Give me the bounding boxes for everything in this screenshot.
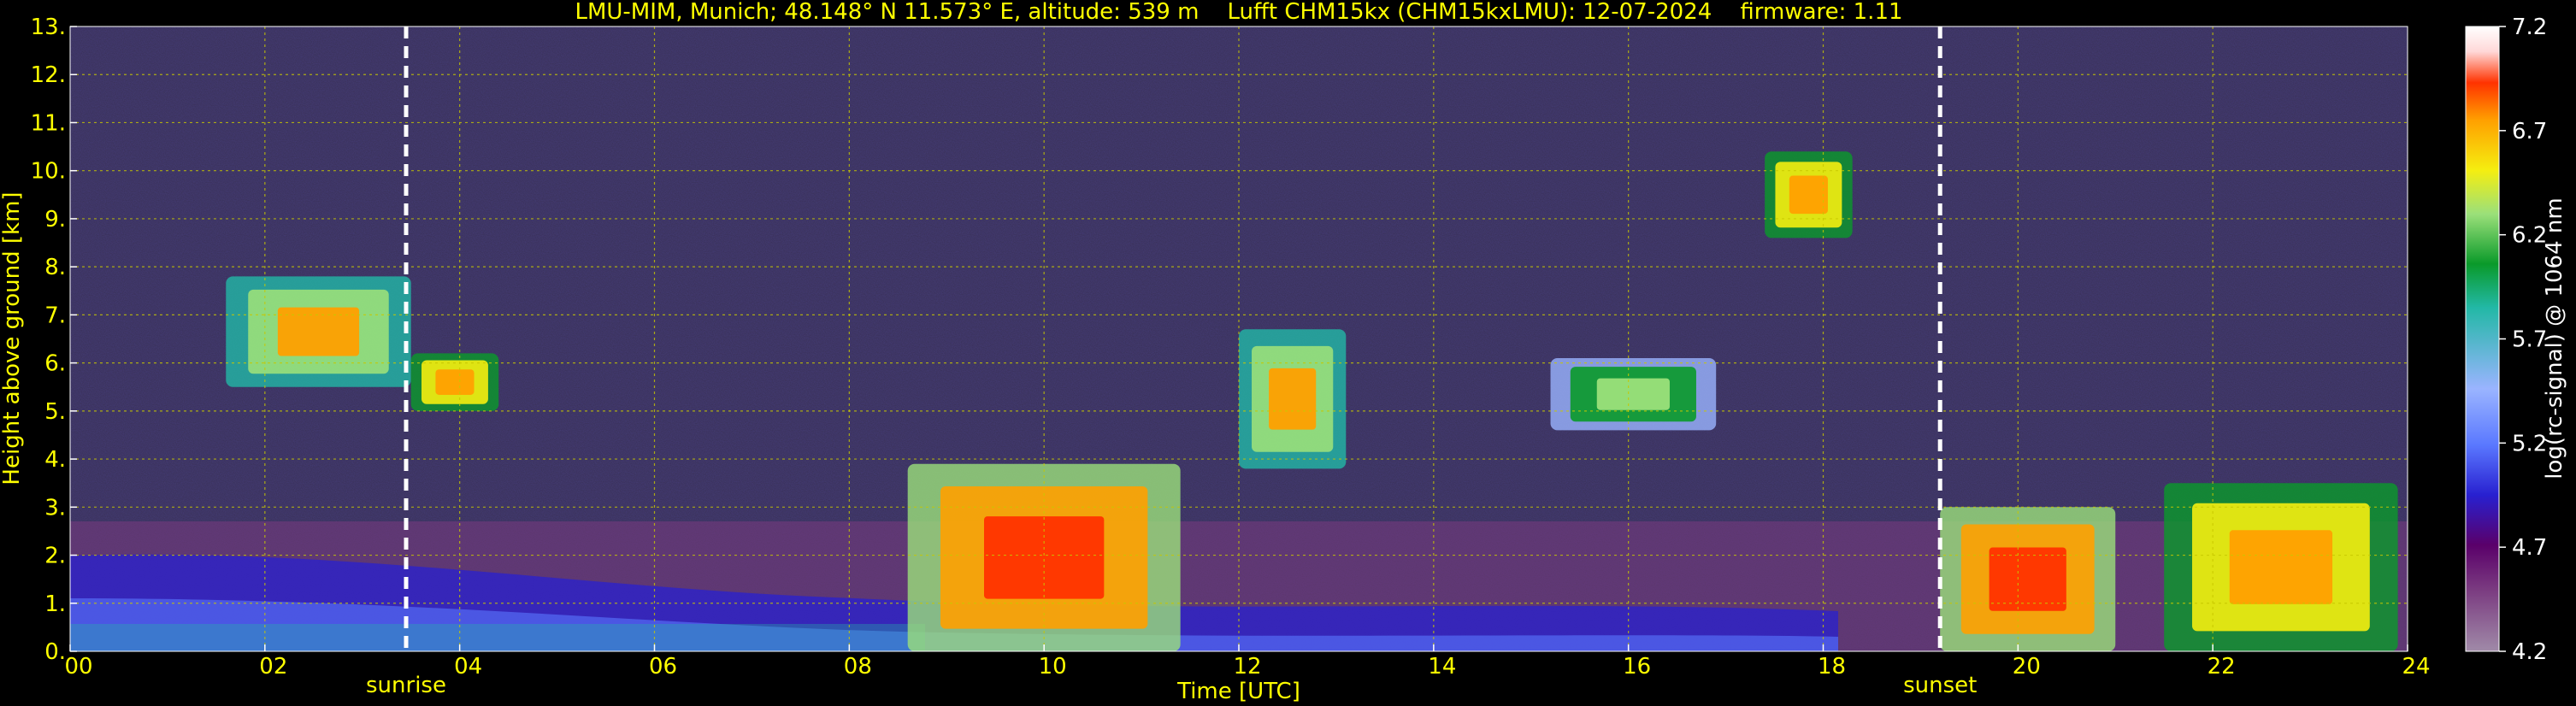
feature-core: [2229, 530, 2333, 604]
x-tick-label: 18: [1818, 654, 1846, 680]
colorbar-label: log(rc-signal) @ 1064 nm: [2542, 197, 2567, 479]
x-tick-label: 02: [259, 654, 287, 680]
x-tick-label: 24: [2402, 654, 2430, 680]
y-axis-label: Height above ground [km]: [0, 191, 25, 485]
feature-core: [983, 516, 1105, 599]
y-tick-label: 5.: [44, 399, 66, 425]
sunset-label: sunset: [1903, 673, 1977, 698]
x-tick-label: 12: [1233, 654, 1261, 680]
x-tick-label: 22: [2208, 654, 2236, 680]
x-tick-label: 14: [1428, 654, 1456, 680]
y-tick-label: 0.: [44, 639, 66, 665]
x-tick-label: 04: [454, 654, 482, 680]
colorbar-tick-label: 4.7: [2512, 535, 2547, 561]
y-tick-label: 13.: [31, 15, 66, 40]
colorbar: [2465, 26, 2500, 652]
y-tick-label: 3.: [44, 495, 66, 521]
colorbar-tick-label: 6.7: [2512, 119, 2547, 144]
y-tick-label: 10.: [31, 159, 66, 185]
colorbar-tick-label: 7.2: [2512, 15, 2547, 40]
x-axis-label: Time [UTC]: [1176, 679, 1300, 704]
y-tick-label: 9.: [44, 207, 66, 232]
y-tick-label: 11.: [31, 110, 66, 136]
feature-core: [1269, 368, 1317, 430]
feature-core: [1989, 547, 2066, 611]
colorbar-tick-label: 4.2: [2512, 639, 2547, 665]
x-tick-label: 16: [1623, 654, 1651, 680]
chart-title: LMU-MIM, Munich; 48.148° N 11.573° E, al…: [575, 0, 1902, 25]
feature-core: [1596, 378, 1670, 410]
x-tick-label: 20: [2013, 654, 2041, 680]
y-tick-label: 12.: [31, 62, 66, 88]
y-tick-label: 7.: [44, 303, 66, 328]
y-tick-label: 6.: [44, 351, 66, 377]
x-tick-label: 06: [649, 654, 677, 680]
x-tick-label: 00: [64, 654, 92, 680]
y-tick-label: 4.: [44, 447, 66, 473]
sunrise-label: sunrise: [366, 673, 446, 698]
feature-core: [435, 369, 475, 395]
y-tick-label: 8.: [44, 255, 66, 280]
x-tick-label: 10: [1039, 654, 1067, 680]
colorbar-ticks: 4.24.75.25.76.26.77.2: [2499, 15, 2547, 665]
feature-core: [1789, 175, 1828, 215]
y-tick-label: 2.: [44, 544, 66, 569]
ceilometer-chart: LMU-MIM, Munich; 48.148° N 11.573° E, al…: [0, 0, 2567, 704]
y-tick-label: 1.: [44, 591, 66, 617]
x-tick-label: 08: [844, 654, 872, 680]
